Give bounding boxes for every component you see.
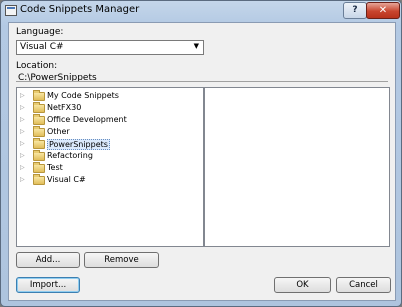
add-button[interactable]: Add... <box>16 252 80 268</box>
language-dropdown[interactable]: Visual C# ▼ <box>16 40 204 55</box>
tree-item-label: Refactoring <box>47 151 93 160</box>
snippet-folder-tree[interactable]: ▷ My Code Snippets ▷ NetFX30 ▷ Office De… <box>16 87 204 247</box>
language-value: Visual C# <box>20 42 64 52</box>
tree-item-label: Office Development <box>47 115 127 124</box>
remove-button[interactable]: Remove <box>84 252 159 268</box>
title-bar[interactable]: Code Snippets Manager ? ✕ <box>1 1 401 21</box>
import-button[interactable]: Import... <box>16 277 80 293</box>
expand-arrow-icon[interactable]: ▷ <box>20 140 25 147</box>
language-label: Language: <box>16 27 64 37</box>
folder-icon <box>33 90 45 101</box>
window-icon <box>5 5 17 16</box>
tree-item-label: Other <box>47 127 70 136</box>
expand-arrow-icon[interactable]: ▷ <box>20 152 25 159</box>
snippet-description-pane <box>204 87 390 247</box>
help-button[interactable]: ? <box>343 2 367 19</box>
expand-arrow-icon[interactable]: ▷ <box>20 176 25 183</box>
window-title: Code Snippets Manager <box>20 4 140 15</box>
expand-arrow-icon[interactable]: ▷ <box>20 92 25 99</box>
folder-icon <box>33 150 45 161</box>
folder-icon <box>33 114 45 125</box>
tree-item-label: Visual C# <box>47 175 86 184</box>
expand-arrow-icon[interactable]: ▷ <box>20 116 25 123</box>
tree-item-label: Test <box>47 163 63 172</box>
expand-arrow-icon[interactable]: ▷ <box>20 104 25 111</box>
folder-icon <box>33 174 45 185</box>
folder-icon <box>33 138 45 149</box>
folder-icon <box>33 126 45 137</box>
expand-arrow-icon[interactable]: ▷ <box>20 128 25 135</box>
ok-button[interactable]: OK <box>274 277 331 293</box>
close-button[interactable]: ✕ <box>366 2 400 19</box>
dialog-body: Language: Visual C# ▼ Location: C:\Power… <box>8 22 396 301</box>
location-label: Location: <box>16 61 58 71</box>
cancel-button[interactable]: Cancel <box>336 277 391 293</box>
folder-icon <box>33 162 45 173</box>
tree-item-label: PowerSnippets <box>47 139 110 150</box>
chevron-down-icon: ▼ <box>193 42 199 50</box>
location-divider <box>16 81 388 82</box>
expand-arrow-icon[interactable]: ▷ <box>20 164 25 171</box>
tree-item-label: My Code Snippets <box>47 91 119 100</box>
dialog-window: Code Snippets Manager ? ✕ Language: Visu… <box>0 0 402 307</box>
tree-item-label: NetFX30 <box>47 103 82 112</box>
folder-icon <box>33 102 45 113</box>
